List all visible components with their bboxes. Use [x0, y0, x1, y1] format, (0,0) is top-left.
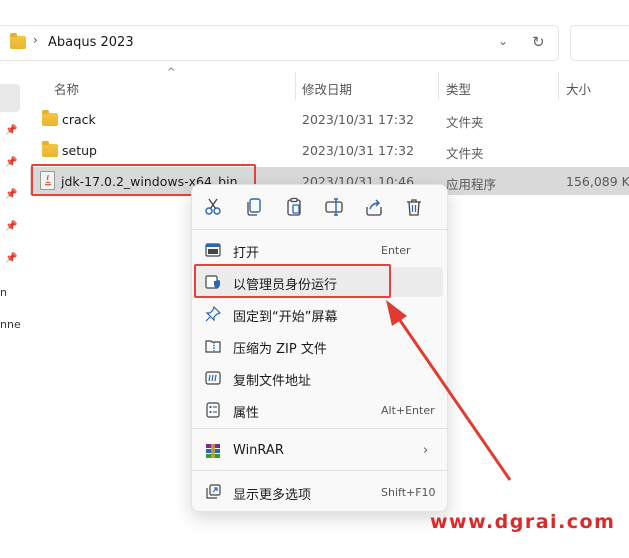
watermark-text: www.dgrai.com: [430, 511, 616, 533]
annotation-arrow: [386, 300, 512, 481]
